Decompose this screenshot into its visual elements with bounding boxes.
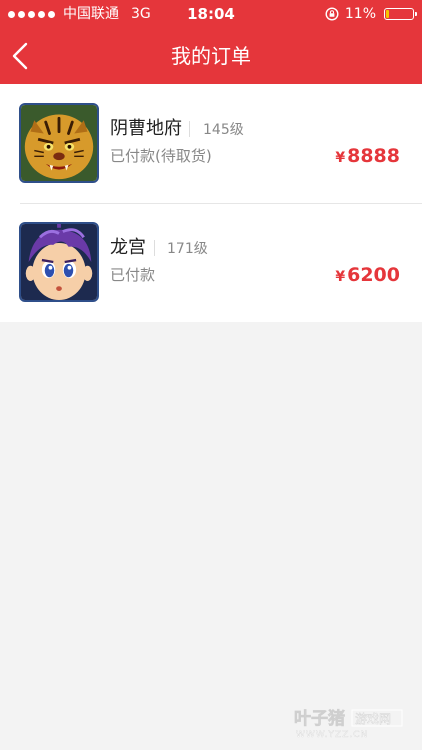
status-right: 11%: [325, 0, 417, 28]
app-header: 中国联通 3G 18:04 11% 我的订单: [0, 0, 422, 84]
svg-text:游戏网: 游戏网: [355, 712, 391, 726]
server-name: 阴曹地府: [110, 118, 182, 139]
status-bar: 中国联通 3G 18:04 11%: [0, 0, 422, 28]
page-title: 我的订单: [171, 44, 251, 68]
server-name: 龙宫: [110, 237, 146, 258]
navigation-bar: 我的订单: [0, 28, 422, 84]
watermark-logo: 叶子猪 游戏网 WWW.YZZ.CN: [294, 704, 404, 740]
order-item[interactable]: 龙宫 171级 已付款 ¥6200: [0, 203, 422, 322]
currency-symbol: ¥: [335, 150, 346, 166]
svg-text:叶子猪: 叶子猪: [294, 708, 345, 729]
role-level: 171级: [167, 241, 208, 257]
purple-hair-boy-avatar: [19, 222, 99, 302]
battery-level-fill: [386, 10, 390, 18]
battery-icon: [384, 8, 417, 20]
divider: [189, 121, 190, 137]
rotation-lock-icon: [325, 7, 339, 21]
order-item[interactable]: 阴曹地府 145级 已付款(待取货) ¥8888: [0, 84, 422, 203]
price-value: 6200: [347, 264, 400, 286]
order-status: 已付款: [110, 266, 156, 284]
tiger-demon-avatar: [19, 103, 99, 183]
role-level: 145级: [203, 122, 244, 138]
divider: [154, 240, 155, 256]
order-price: ¥6200: [335, 263, 400, 289]
price-value: 8888: [347, 145, 400, 167]
battery-percent: 11%: [344, 6, 376, 22]
order-price: ¥8888: [335, 144, 400, 170]
currency-symbol: ¥: [335, 269, 346, 285]
svg-text:WWW.YZZ.CN: WWW.YZZ.CN: [296, 730, 368, 740]
order-list: 阴曹地府 145级 已付款(待取货) ¥8888 龙宫 171级 已付款 ¥ 6…: [0, 84, 422, 322]
order-status: 已付款(待取货): [110, 147, 212, 165]
